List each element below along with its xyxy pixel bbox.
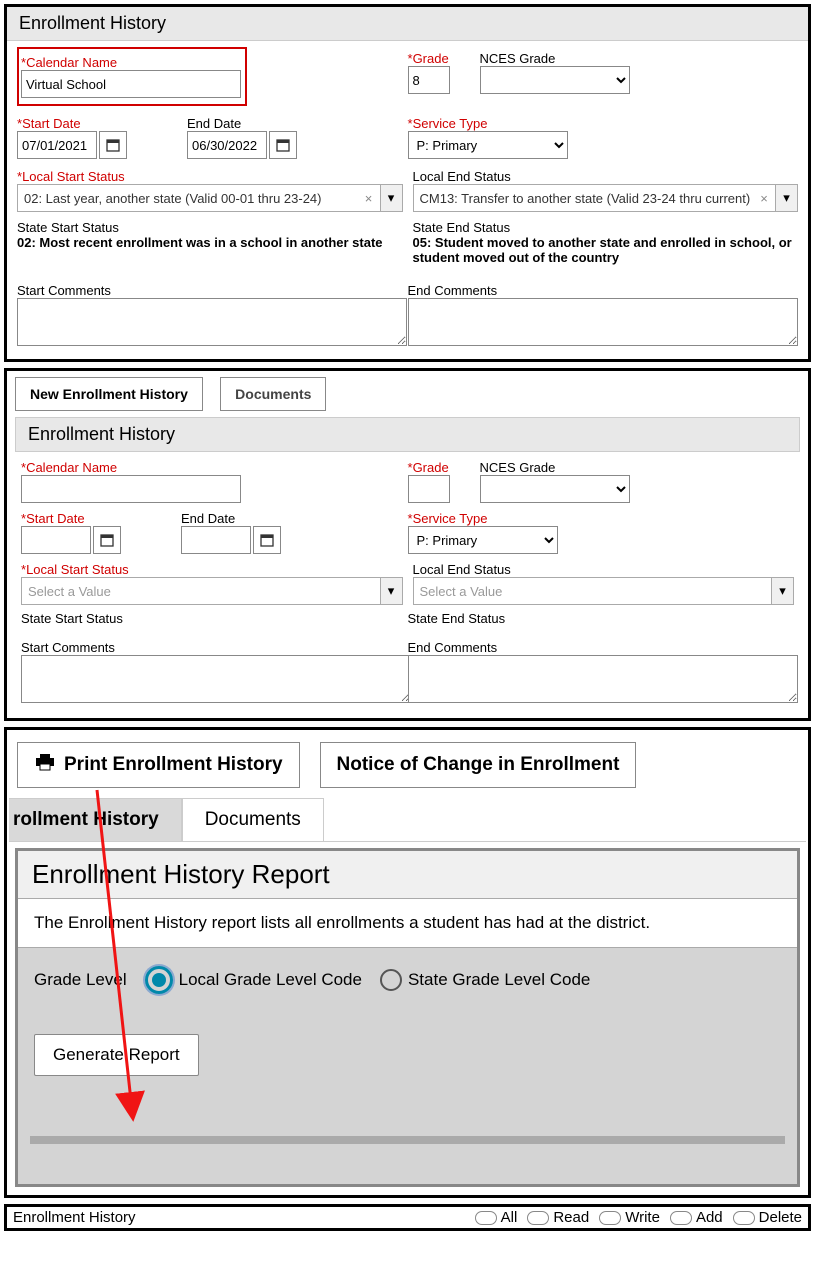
grade-input[interactable] (408, 66, 450, 94)
end-comments-textarea[interactable] (408, 655, 798, 703)
calendar-icon[interactable] (99, 131, 127, 159)
local-start-status-combo[interactable]: Select a Value ▾ (21, 577, 403, 605)
state-start-status-label: State Start Status (21, 611, 408, 626)
new-enrollment-history-panel: New Enrollment History Documents Enrollm… (4, 368, 811, 721)
print-enrollment-history-button[interactable]: Print Enrollment History (17, 742, 300, 788)
chevron-down-icon[interactable]: ▾ (771, 578, 793, 604)
start-comments-textarea[interactable] (17, 298, 407, 346)
new-enrollment-history-tab[interactable]: New Enrollment History (15, 377, 203, 411)
enrollment-history-tab[interactable]: rollment History (9, 798, 182, 841)
end-comments-textarea[interactable] (408, 298, 798, 346)
start-date-label: *Start Date (17, 116, 127, 131)
notice-of-change-button[interactable]: Notice of Change in Enrollment (320, 742, 637, 788)
report-container: Enrollment History Report The Enrollment… (15, 848, 800, 1187)
start-comments-textarea[interactable] (21, 655, 411, 703)
nces-grade-label: NCES Grade (480, 460, 630, 475)
clear-icon[interactable]: × (358, 191, 380, 206)
local-start-status-label: *Local Start Status (17, 169, 403, 184)
perm-delete-checkbox[interactable] (733, 1211, 755, 1225)
local-start-status-label: *Local Start Status (21, 562, 403, 577)
perm-read-checkbox[interactable] (527, 1211, 549, 1225)
calendar-name-label: *Calendar Name (21, 55, 241, 70)
grade-label: *Grade (408, 51, 450, 66)
chevron-down-icon[interactable]: ▾ (380, 578, 402, 604)
local-end-status-label: Local End Status (413, 169, 799, 184)
clear-icon[interactable]: × (753, 191, 775, 206)
end-date-input[interactable] (187, 131, 267, 159)
end-date-label: End Date (181, 511, 281, 526)
calendar-name-label: *Calendar Name (21, 460, 408, 475)
service-type-label: *Service Type (408, 511, 795, 526)
start-date-input[interactable] (17, 131, 97, 159)
calendar-name-input[interactable] (21, 475, 241, 503)
end-date-input[interactable] (181, 526, 251, 554)
generate-report-button[interactable]: Generate Report (34, 1034, 199, 1076)
service-type-select[interactable]: P: Primary (408, 526, 558, 554)
calendar-icon[interactable] (253, 526, 281, 554)
local-end-status-combo[interactable]: CM13: Transfer to another state (Valid 2… (413, 184, 799, 212)
local-end-status-label: Local End Status (413, 562, 795, 577)
permissions-title: Enrollment History (13, 1209, 465, 1226)
nces-grade-select[interactable] (480, 475, 630, 503)
print-report-panel: Print Enrollment History Notice of Chang… (4, 727, 811, 1198)
state-end-status-label: State End Status (408, 611, 795, 626)
grade-level-label: Grade Level (34, 970, 127, 990)
local-grade-radio[interactable] (145, 966, 173, 994)
nces-grade-label: NCES Grade (480, 51, 630, 66)
report-title: Enrollment History Report (18, 851, 797, 899)
state-start-status-value: 02: Most recent enrollment was in a scho… (17, 235, 403, 250)
state-start-status-label: State Start Status (17, 220, 403, 235)
panel-title: Enrollment History (7, 7, 808, 41)
calendar-name-input[interactable] (21, 70, 241, 98)
perm-write-checkbox[interactable] (599, 1211, 621, 1225)
start-date-label: *Start Date (21, 511, 121, 526)
grade-input[interactable] (408, 475, 450, 503)
perm-add-checkbox[interactable] (670, 1211, 692, 1225)
grade-label: *Grade (408, 460, 450, 475)
report-description: The Enrollment History report lists all … (18, 899, 797, 948)
nces-grade-select[interactable] (480, 66, 630, 94)
panel2-title: Enrollment History (15, 417, 800, 452)
chevron-down-icon[interactable]: ▾ (380, 185, 402, 211)
documents-tab[interactable]: Documents (182, 798, 324, 841)
documents-tab[interactable]: Documents (220, 377, 326, 411)
end-date-label: End Date (187, 116, 297, 131)
local-end-status-combo[interactable]: Select a Value ▾ (413, 577, 795, 605)
calendar-icon[interactable] (269, 131, 297, 159)
start-comments-label: Start Comments (17, 283, 408, 298)
end-comments-label: End Comments (408, 283, 799, 298)
service-type-select[interactable]: P: Primary (408, 131, 568, 159)
perm-all-checkbox[interactable] (475, 1211, 497, 1225)
state-end-status-value: 05: Student moved to another state and e… (413, 235, 799, 265)
end-comments-label: End Comments (408, 640, 795, 655)
state-end-status-label: State End Status (413, 220, 799, 235)
start-date-input[interactable] (21, 526, 91, 554)
local-start-status-combo[interactable]: 02: Last year, another state (Valid 00-0… (17, 184, 403, 212)
start-comments-label: Start Comments (21, 640, 408, 655)
printer-icon (34, 753, 56, 777)
calendar-icon[interactable] (93, 526, 121, 554)
chevron-down-icon[interactable]: ▾ (775, 185, 797, 211)
permissions-row: Enrollment History All Read Write Add De… (4, 1204, 811, 1231)
service-type-label: *Service Type (408, 116, 799, 131)
enrollment-history-panel-filled: Enrollment History *Calendar Name *Grade… (4, 4, 811, 362)
state-grade-radio[interactable] (380, 969, 402, 991)
